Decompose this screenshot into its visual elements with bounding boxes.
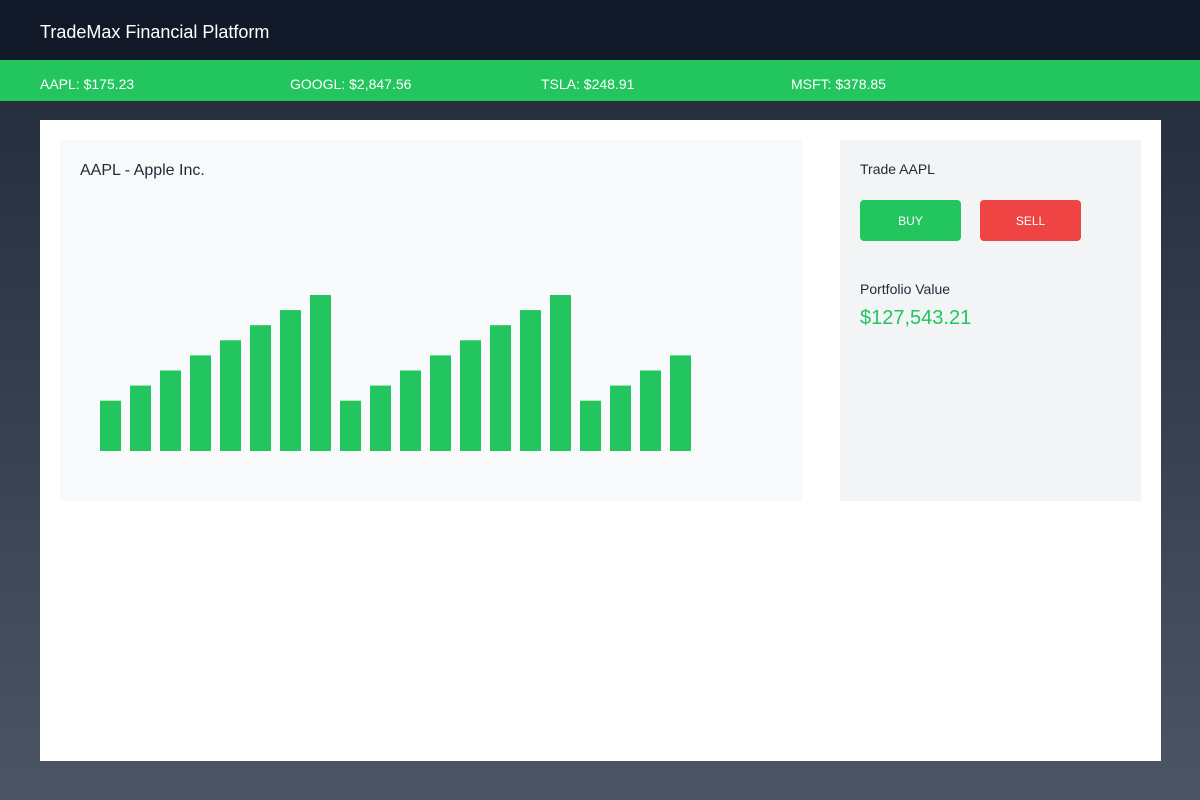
- ticker-item-googl[interactable]: GOOGL: $2,847.56: [290, 76, 411, 92]
- chart-bar: [220, 340, 241, 451]
- portfolio-value-label: Portfolio Value: [860, 281, 951, 297]
- chart-bar: [640, 370, 661, 451]
- chart-bar: [250, 325, 271, 451]
- chart-bar: [430, 355, 451, 451]
- chart-bar: [670, 355, 691, 451]
- stock-ticker-bar: AAPL: $175.23 GOOGL: $2,847.56 TSLA: $24…: [0, 60, 1200, 101]
- price-chart-card: AAPL - Apple Inc.: [60, 140, 802, 501]
- chart-bar: [130, 385, 151, 451]
- ticker-item-msft[interactable]: MSFT: $378.85: [791, 76, 886, 92]
- main-panel: AAPL - Apple Inc. Trade AAPL BUY SELL Po…: [40, 120, 1161, 761]
- chart-bar: [190, 355, 211, 451]
- chart-bar: [340, 400, 361, 451]
- chart-bar: [610, 385, 631, 451]
- app-header: TradeMax Financial Platform: [0, 0, 1200, 60]
- chart-bar: [160, 370, 181, 451]
- ticker-item-tsla[interactable]: TSLA: $248.91: [541, 76, 634, 92]
- chart-bar: [100, 400, 121, 451]
- chart-bar: [460, 340, 481, 451]
- price-chart: [100, 295, 691, 451]
- buy-button[interactable]: BUY: [860, 200, 961, 241]
- chart-bar: [370, 385, 391, 451]
- trade-panel: Trade AAPL BUY SELL Portfolio Value $127…: [840, 140, 1141, 501]
- chart-bar: [310, 295, 331, 451]
- portfolio-value: $127,543.21: [860, 307, 972, 329]
- chart-bar: [520, 310, 541, 451]
- chart-bar: [280, 310, 301, 451]
- chart-bar: [580, 400, 601, 451]
- sell-button[interactable]: SELL: [980, 200, 1081, 241]
- ticker-item-aapl[interactable]: AAPL: $175.23: [40, 76, 134, 92]
- trade-title: Trade AAPL: [860, 161, 935, 177]
- chart-bar: [490, 325, 511, 451]
- app-title: TradeMax Financial Platform: [40, 22, 270, 42]
- chart-bar: [550, 295, 571, 451]
- chart-bar: [400, 370, 421, 451]
